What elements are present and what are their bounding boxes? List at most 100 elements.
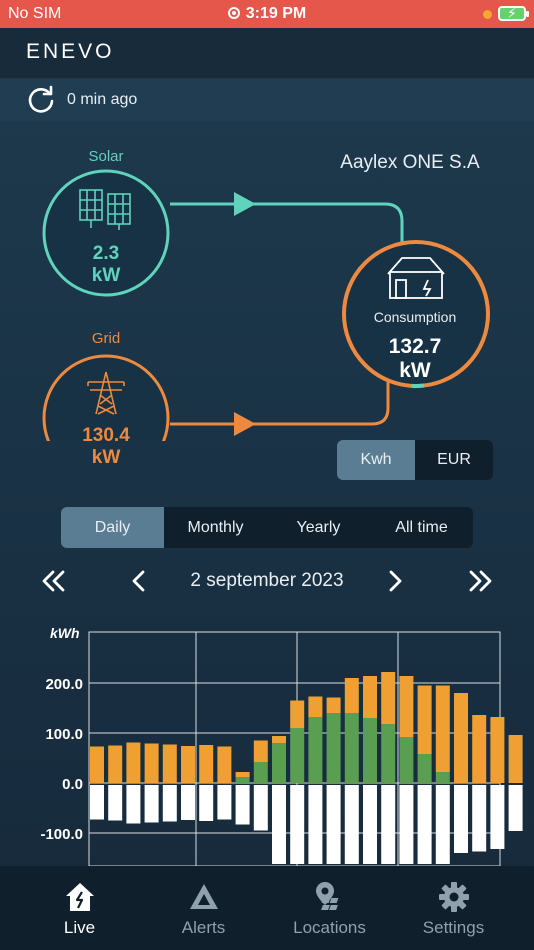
- status-time: 3:19 PM: [0, 5, 534, 23]
- chart-bar: [435, 685, 450, 772]
- chart-bar: [308, 696, 323, 717]
- double-chevron-right-icon: [469, 570, 482, 592]
- chart-tick-label: 200.0: [45, 676, 83, 693]
- chart-bar: [235, 777, 250, 783]
- tab-locations[interactable]: Locations: [263, 866, 396, 950]
- chevron-right-icon: [389, 570, 402, 592]
- battery-icon: ⚡: [498, 5, 529, 21]
- consumption-label: Consumption: [373, 309, 457, 325]
- screen-record-icon: [227, 7, 240, 19]
- chart-bar: [272, 743, 286, 783]
- chart-bar: [144, 743, 159, 783]
- tab-alerts[interactable]: Alerts: [137, 866, 270, 950]
- refresh-icon[interactable]: [26, 85, 56, 115]
- chart-bar: [126, 785, 141, 824]
- solar-flow-arrow: [234, 192, 256, 216]
- chart-bar: [363, 785, 377, 864]
- chart-bar: [253, 785, 268, 831]
- app-header: ENEVO: [0, 28, 534, 78]
- solar-label: Solar: [88, 148, 124, 165]
- bottom-tab-bar: Live Alerts Locations Settings: [0, 866, 534, 950]
- chart-bar: [363, 718, 377, 783]
- gear-icon: [439, 882, 469, 912]
- next-day-button[interactable]: [378, 566, 412, 596]
- chart-bar: [454, 785, 468, 853]
- unit-eur-button[interactable]: EUR: [415, 440, 493, 480]
- chart-bar: [235, 772, 250, 777]
- unit-toggle: Kwh EUR: [337, 440, 493, 480]
- chart-bar: [144, 785, 159, 823]
- chart-bar: [272, 785, 286, 864]
- chart-bar: [508, 735, 523, 783]
- chart-bar: [290, 728, 305, 783]
- unit-kwh-button[interactable]: Kwh: [337, 440, 415, 480]
- chart-bar: [454, 693, 468, 783]
- chart-bar: [399, 785, 414, 864]
- chart-bar: [181, 785, 195, 820]
- solar-value: 2.3 kW: [91, 243, 121, 286]
- first-page-button[interactable]: [36, 566, 70, 596]
- double-chevron-left-icon: [42, 570, 55, 592]
- tab-live-label: Live: [63, 918, 96, 937]
- chart-bar: [199, 785, 214, 821]
- refresh-bar: 0 min ago: [0, 79, 534, 121]
- current-date: 2 september 2023: [190, 570, 344, 591]
- grid-flow-line: [170, 382, 390, 426]
- tab-settings[interactable]: Settings: [387, 866, 520, 950]
- tab-monthly[interactable]: Monthly: [164, 507, 267, 548]
- chart-bar: [308, 785, 323, 864]
- chart-bar: [508, 785, 523, 831]
- period-tabs: Daily Monthly Yearly All time: [61, 507, 473, 548]
- chart-tick-label: 100.0: [45, 726, 83, 743]
- chart-bar: [290, 700, 305, 728]
- site-name: Aaylex ONE S.A: [340, 152, 480, 173]
- chart-bar: [108, 745, 123, 783]
- chart-bar: [253, 740, 268, 762]
- recording-dot-icon: [483, 10, 492, 19]
- chart-bar: [399, 737, 414, 783]
- chart-bar: [326, 697, 341, 713]
- chart-bar: [381, 672, 396, 724]
- previous-day-button[interactable]: [122, 566, 156, 596]
- chart-tick-label: 0.0: [62, 776, 83, 793]
- tab-yearly[interactable]: Yearly: [267, 507, 370, 548]
- chart-bar: [344, 785, 359, 864]
- chart-bar: [108, 785, 123, 821]
- status-bar: No SIM 3:19 PM ⚡: [0, 0, 534, 28]
- chart-bar: [162, 744, 177, 783]
- chart-bar: [363, 676, 377, 718]
- chart-bar: [490, 785, 505, 849]
- tab-daily[interactable]: Daily: [61, 507, 164, 548]
- solar-flow-line: [170, 202, 404, 245]
- grid-label: Grid: [91, 330, 121, 347]
- chart-bar: [272, 736, 286, 743]
- tab-settings-label: Settings: [422, 918, 485, 937]
- chart-bar: [217, 746, 232, 783]
- chart-bar: [326, 713, 341, 783]
- last-page-button[interactable]: [464, 566, 498, 596]
- chevron-left-icon: [132, 570, 145, 592]
- chart-bar: [399, 676, 414, 737]
- chart-bar: [235, 785, 250, 825]
- chart-bar: [417, 785, 432, 864]
- chart-bar: [344, 678, 359, 713]
- chart-bar: [435, 785, 450, 864]
- tab-live[interactable]: Live: [13, 866, 146, 950]
- chart-bar: [490, 717, 505, 783]
- chart-bar: [181, 746, 195, 783]
- chart-bar: [90, 785, 104, 820]
- app-logo: ENEVO: [26, 40, 115, 63]
- home-bolt-icon: [66, 883, 94, 911]
- chart-bar: [417, 754, 432, 783]
- chart-bar: [126, 742, 141, 783]
- chart-bar: [472, 715, 487, 783]
- grid-value: 130.4 kW: [82, 425, 130, 468]
- chart-bar: [472, 785, 487, 852]
- tab-all-time[interactable]: All time: [370, 507, 473, 548]
- chart-bar: [90, 746, 104, 783]
- last-update-text: 0 min ago: [67, 91, 138, 108]
- chart-bar: [253, 762, 268, 783]
- consumption-solar-arc: [411, 383, 425, 389]
- chart-bar: [217, 785, 232, 820]
- location-pin-icon: [316, 882, 339, 910]
